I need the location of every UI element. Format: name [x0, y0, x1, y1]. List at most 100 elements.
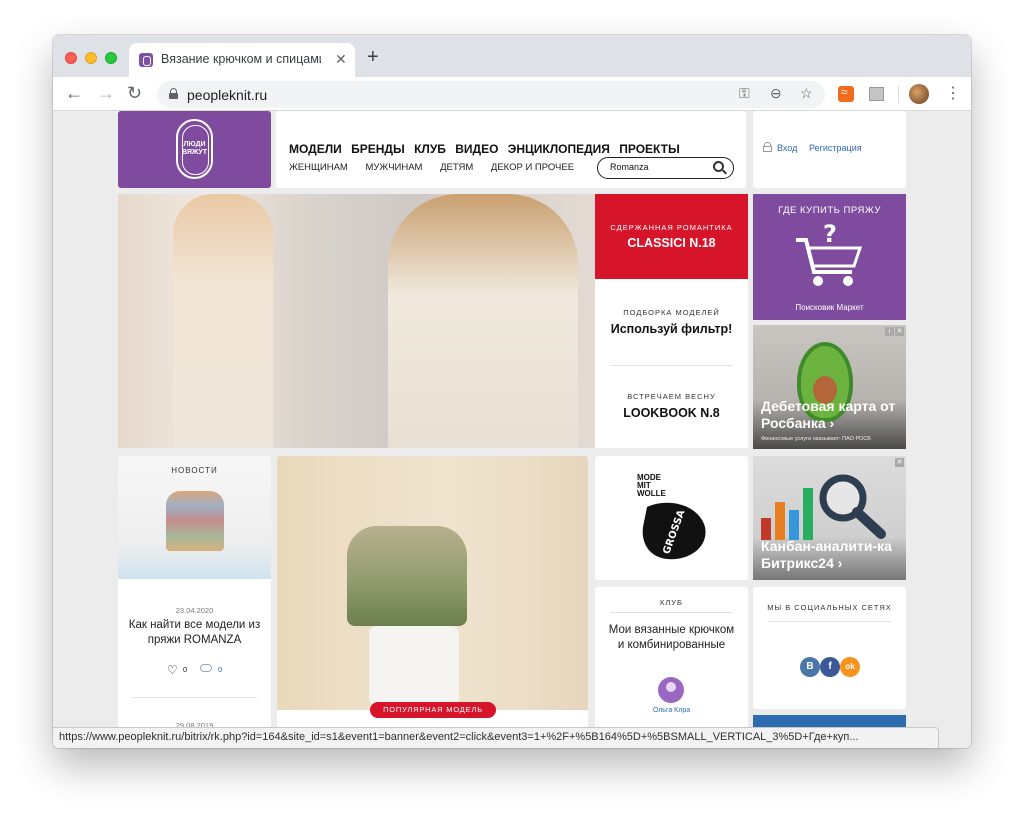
chart-bar-image: [761, 518, 771, 540]
club-username-link[interactable]: Ольга Клра: [595, 707, 748, 714]
brand-tagline: MODE MIT WOLLE: [637, 473, 666, 498]
nav-secondary: ЖЕНЩИНАМ МУЖЧИНАМ ДЕТЯМ ДЕКОР И ПРОЧЕЕ: [289, 162, 589, 173]
menu-kebab-icon[interactable]: ⋮: [945, 83, 961, 103]
divider: [610, 365, 733, 366]
model-sweater-image: [347, 526, 467, 626]
search-input[interactable]: Romanza: [597, 157, 734, 179]
promo-filter-link[interactable]: Используй фильтр!: [595, 322, 748, 336]
ad-headline: Канбан-аналити-ка Битрикс24 ›: [761, 538, 892, 571]
nav-sub-decor[interactable]: ДЕКОР И ПРОЧЕЕ: [491, 162, 574, 173]
promo-list: ПОДБОРКА МОДЕЛЕЙ Используй фильтр! ВСТРЕ…: [595, 279, 748, 448]
register-link[interactable]: Регистрация: [809, 143, 862, 153]
brand-lana-grossa[interactable]: MODE MIT WOLLE GROSSA: [595, 456, 748, 580]
search-icon[interactable]: [713, 161, 724, 172]
nav-primary: МОДЕЛИ БРЕНДЫ КЛУБ ВИДЕО ЭНЦИКЛОПЕДИЯ ПР…: [289, 142, 686, 156]
comment-icon[interactable]: [200, 664, 212, 672]
magnifier-icon: [819, 474, 886, 539]
auth-panel: Вход Регистрация: [753, 111, 906, 188]
heart-icon[interactable]: ♡: [167, 663, 178, 677]
odnoklassniki-icon[interactable]: ok: [840, 657, 860, 677]
nav-item-club[interactable]: КЛУБ: [414, 142, 446, 156]
ad-headline: Дебетовая карта от Росбанка ›: [761, 398, 896, 431]
logo-text: ЛЮДИ ВЯЖУТ: [181, 141, 208, 156]
lock-icon[interactable]: [169, 88, 178, 99]
nav-sub-kids[interactable]: ДЕТЯМ: [440, 162, 473, 173]
lock-icon: [763, 142, 772, 152]
svg-text:?: ?: [823, 220, 837, 248]
login-link[interactable]: Вход: [777, 143, 797, 153]
address-url[interactable]: peopleknit.ru: [187, 87, 267, 103]
status-url: https://www.peopleknit.ru/bitrix/rk.php?…: [59, 731, 859, 743]
address-bar[interactable]: peopleknit.ru ⚿ ⊖ ☆: [157, 81, 825, 108]
divider: [610, 612, 733, 613]
reload-icon[interactable]: ↻: [127, 83, 142, 103]
search-value[interactable]: Romanza: [610, 162, 649, 172]
nav-item-brands[interactable]: БРЕНДЫ: [351, 142, 405, 156]
lana-grossa-logo-icon: GROSSA: [642, 502, 706, 560]
sweater-image: [166, 491, 224, 551]
user-avatar[interactable]: [658, 677, 684, 703]
like-count: 0: [183, 665, 188, 674]
zoom-icon[interactable]: ⊖: [770, 85, 782, 102]
promo-classici[interactable]: СДЕРЖАННАЯ РОМАНТИКА CLASSICI N.18: [595, 194, 748, 279]
extension-icon[interactable]: [869, 87, 884, 101]
key-icon[interactable]: ⚿: [739, 85, 750, 102]
promo-lookbook-link[interactable]: LOOKBOOK N.8: [595, 406, 748, 420]
news-image[interactable]: НОВОСТИ: [118, 456, 271, 579]
nav-sub-men[interactable]: МУЖЧИНАМ: [365, 162, 422, 173]
vk-icon[interactable]: В: [800, 657, 820, 677]
browser-tab[interactable]: Вязание крючком и спицами ✕: [129, 43, 355, 77]
nav-item-projects[interactable]: ПРОЕКТЫ: [619, 142, 680, 156]
where-to-buy-card[interactable]: ГДЕ КУПИТЬ ПРЯЖУ ? Поисковик Маркет: [753, 194, 906, 320]
social-card: МЫ В СОЦИАЛЬНЫХ СЕТЯХ В f ok: [753, 587, 906, 709]
shopping-cart-icon: ?: [796, 220, 863, 286]
buy-title: ГДЕ КУПИТЬ ПРЯЖУ: [778, 205, 881, 216]
close-window-button[interactable]: [65, 52, 77, 64]
nav-item-video[interactable]: ВИДЕО: [455, 142, 498, 156]
promo-kicker: СДЕРЖАННАЯ РОМАНТИКА: [610, 223, 733, 232]
nav-item-models[interactable]: МОДЕЛИ: [289, 142, 342, 156]
hero-model-image: [173, 194, 273, 448]
toolbar-separator: [898, 86, 899, 103]
profile-avatar[interactable]: [909, 84, 929, 104]
forward-icon[interactable]: →: [97, 83, 115, 103]
club-label: КЛУБ: [660, 598, 683, 607]
nav-item-encyclopedia[interactable]: ЭНЦИКЛОПЕДИЯ: [508, 142, 610, 156]
minimize-window-button[interactable]: [85, 52, 97, 64]
site-favicon-icon: [139, 53, 153, 67]
ad-rosbank[interactable]: i ✕ Дебетовая карта от Росбанка › Финанс…: [753, 325, 906, 449]
club-title-link[interactable]: Мои вязанные крючком и комбинированные: [605, 623, 738, 653]
social-label: МЫ В СОЦИАЛЬНЫХ СЕТЯХ: [767, 603, 892, 612]
club-card: КЛУБ Мои вязанные крючком и комбинирован…: [595, 587, 748, 748]
divider: [132, 697, 257, 698]
ad-close-icon[interactable]: ✕: [895, 458, 904, 467]
popular-model-card[interactable]: ПОПУЛЯРНАЯ МОДЕЛЬ: [277, 456, 588, 748]
ad-info-icon[interactable]: i: [885, 327, 894, 336]
new-tab-button[interactable]: +: [367, 47, 379, 67]
news-label: НОВОСТИ: [171, 466, 218, 475]
buy-subtitle: Поисковик Маркет: [795, 303, 864, 312]
promo-title: CLASSICI N.18: [627, 236, 716, 250]
chart-bar-image: [789, 510, 799, 540]
browser-window: Вязание крючком и спицами ✕ + ← → ↻ peop…: [53, 35, 971, 748]
popular-model-image: [277, 456, 588, 710]
ad-bitrix24[interactable]: ✕ Канбан-аналити-ка Битрикс24 ›: [753, 456, 906, 580]
bookmark-star-icon[interactable]: ☆: [800, 85, 813, 102]
comment-count[interactable]: 0: [218, 665, 222, 674]
divider: [768, 621, 891, 622]
news-title-link[interactable]: Как найти все модели из пряжи ROMANZA: [128, 618, 261, 648]
tab-close-icon[interactable]: ✕: [335, 51, 347, 68]
nav-sub-women[interactable]: ЖЕНЩИНАМ: [289, 162, 348, 173]
ad-disclaimer: Финансовые услуги оказывает: ПАО РОСБ: [761, 436, 871, 442]
site-logo[interactable]: ЛЮДИ ВЯЖУТ: [118, 111, 271, 188]
facebook-icon[interactable]: f: [820, 657, 840, 677]
back-icon[interactable]: ←: [65, 83, 83, 103]
rss-extension-icon[interactable]: [838, 85, 854, 102]
hero-banner[interactable]: [118, 194, 595, 448]
promo-kicker: ВСТРЕЧАЕМ ВЕСНУ: [627, 392, 716, 401]
ad-close-icon[interactable]: ✕: [895, 327, 904, 336]
status-bar: https://www.peopleknit.ru/bitrix/rk.php?…: [53, 727, 939, 748]
zoom-window-button[interactable]: [105, 52, 117, 64]
promo-kicker: ПОДБОРКА МОДЕЛЕЙ: [623, 308, 720, 317]
page-viewport: ЛЮДИ ВЯЖУТ МОДЕЛИ БРЕНДЫ КЛУБ ВИДЕО ЭНЦИ…: [53, 111, 971, 748]
